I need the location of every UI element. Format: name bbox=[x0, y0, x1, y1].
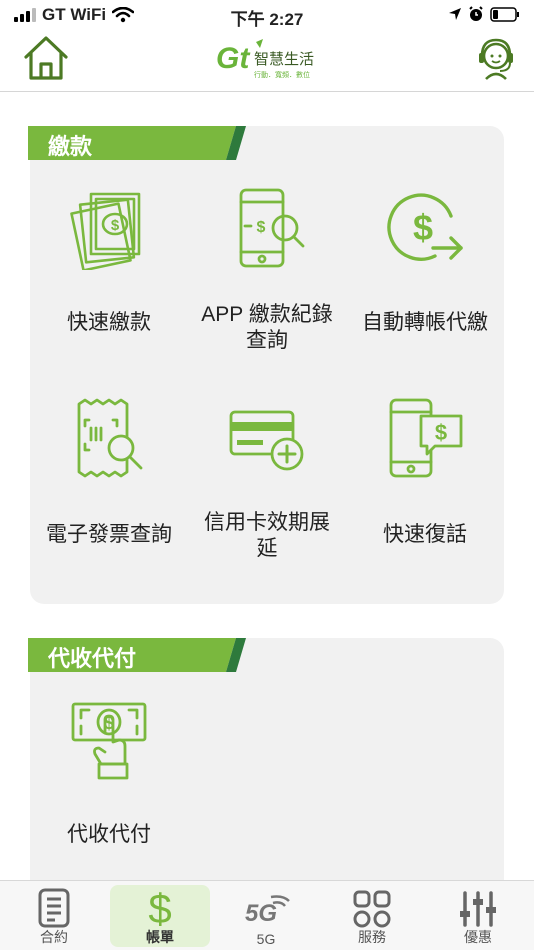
tab-label: 優惠 bbox=[464, 929, 492, 945]
section-title-bar: 繳款 bbox=[28, 126, 246, 160]
phone-search-icon: $ bbox=[239, 188, 305, 268]
payment-section: 繳款 $ 快速繳款 $ APP 繳款紀錄 查詢 $ 自動轉帳代繳 電子發票查詢 … bbox=[28, 126, 504, 604]
brand-logo: Gt 智慧生活 行動．寬頻．數位 bbox=[216, 36, 320, 84]
tile-label: APP 繳款紀錄 bbox=[201, 303, 333, 326]
tile-label: 自動轉帳代繳 bbox=[362, 311, 488, 334]
5g-icon: 5G bbox=[245, 895, 290, 927]
collection-payment-section: 代收代付 $ 代收代付 bbox=[28, 638, 504, 880]
tab-label: 5G bbox=[256, 931, 276, 947]
phone-chat-dollar-icon: $ bbox=[389, 398, 463, 478]
app-payment-record-tile[interactable]: $ APP 繳款紀錄 查詢 bbox=[188, 186, 346, 354]
svg-text:5G: 5G bbox=[245, 900, 277, 927]
app-header: Gt 智慧生活 行動．寬頻．數位 bbox=[0, 30, 534, 92]
svg-text:$: $ bbox=[148, 887, 171, 929]
tab-5g[interactable]: 5G 5G bbox=[216, 885, 316, 947]
home-icon[interactable] bbox=[22, 35, 70, 81]
grid-icon bbox=[353, 890, 391, 928]
svg-text:$: $ bbox=[435, 420, 447, 445]
tile-label: 快速復話 bbox=[383, 523, 467, 546]
tab-contract[interactable]: 合約 bbox=[4, 885, 104, 947]
section-title-bar: 代收代付 bbox=[28, 638, 246, 672]
e-invoice-tile[interactable]: 電子發票查詢 bbox=[30, 398, 188, 548]
tile-label: 查詢 bbox=[246, 329, 288, 352]
tile-label: 信用卡效期展 bbox=[204, 511, 330, 534]
tile-label: 代收代付 bbox=[67, 823, 151, 846]
cash-icon: $ bbox=[70, 192, 141, 270]
sliders-icon bbox=[460, 891, 496, 927]
tab-label: 服務 bbox=[358, 929, 386, 945]
svg-text:$: $ bbox=[413, 207, 433, 248]
collection-payment-tile[interactable]: $ 代收代付 bbox=[30, 698, 188, 848]
alarm-icon bbox=[469, 6, 483, 21]
customer-service-icon[interactable] bbox=[476, 36, 516, 80]
svg-text:$: $ bbox=[111, 217, 120, 234]
quick-payment-tile[interactable]: $ 快速繳款 bbox=[30, 186, 188, 336]
main-content: 繳款 $ 快速繳款 $ APP 繳款紀錄 查詢 $ 自動轉帳代繳 電子發票查詢 … bbox=[0, 92, 534, 880]
bottom-tab-bar: 合約 $ 帳單 5G 5G 服務 優惠 bbox=[0, 880, 534, 950]
svg-text:$: $ bbox=[104, 713, 114, 733]
quick-reconnect-tile[interactable]: $ 快速復話 bbox=[346, 398, 504, 548]
status-bar: GT WiFi 下午 2:27 bbox=[0, 0, 534, 30]
dollar-icon: $ bbox=[148, 887, 171, 929]
status-icons bbox=[448, 6, 520, 22]
dollar-transfer-icon: $ bbox=[387, 193, 463, 261]
auto-transfer-tile[interactable]: $ 自動轉帳代繳 bbox=[346, 186, 504, 336]
contract-icon bbox=[38, 888, 70, 928]
hand-cash-icon: $ bbox=[71, 702, 147, 780]
tab-label: 合約 bbox=[40, 929, 68, 945]
svg-text:Gt: Gt bbox=[216, 42, 251, 75]
location-icon bbox=[449, 8, 461, 20]
logo-tagline: 行動．寬頻．數位 bbox=[254, 72, 310, 79]
logo-text: 智慧生活 bbox=[254, 51, 315, 68]
tab-bill[interactable]: $ 帳單 bbox=[110, 885, 210, 947]
tile-label: 電子發票查詢 bbox=[46, 523, 172, 546]
section-title: 代收代付 bbox=[48, 646, 137, 671]
tile-label: 快速繳款 bbox=[67, 311, 151, 334]
svg-text:$: $ bbox=[257, 219, 266, 236]
tab-label: 帳單 bbox=[146, 929, 174, 945]
section-title: 繳款 bbox=[48, 134, 93, 159]
credit-card-extend-tile[interactable]: 信用卡效期展 延 bbox=[188, 398, 346, 562]
battery-icon bbox=[490, 6, 519, 22]
invoice-search-icon bbox=[77, 398, 143, 478]
tab-service[interactable]: 服務 bbox=[322, 885, 422, 947]
credit-card-add-icon bbox=[229, 410, 304, 471]
tile-label: 延 bbox=[256, 537, 278, 560]
tab-offers[interactable]: 優惠 bbox=[428, 885, 528, 947]
